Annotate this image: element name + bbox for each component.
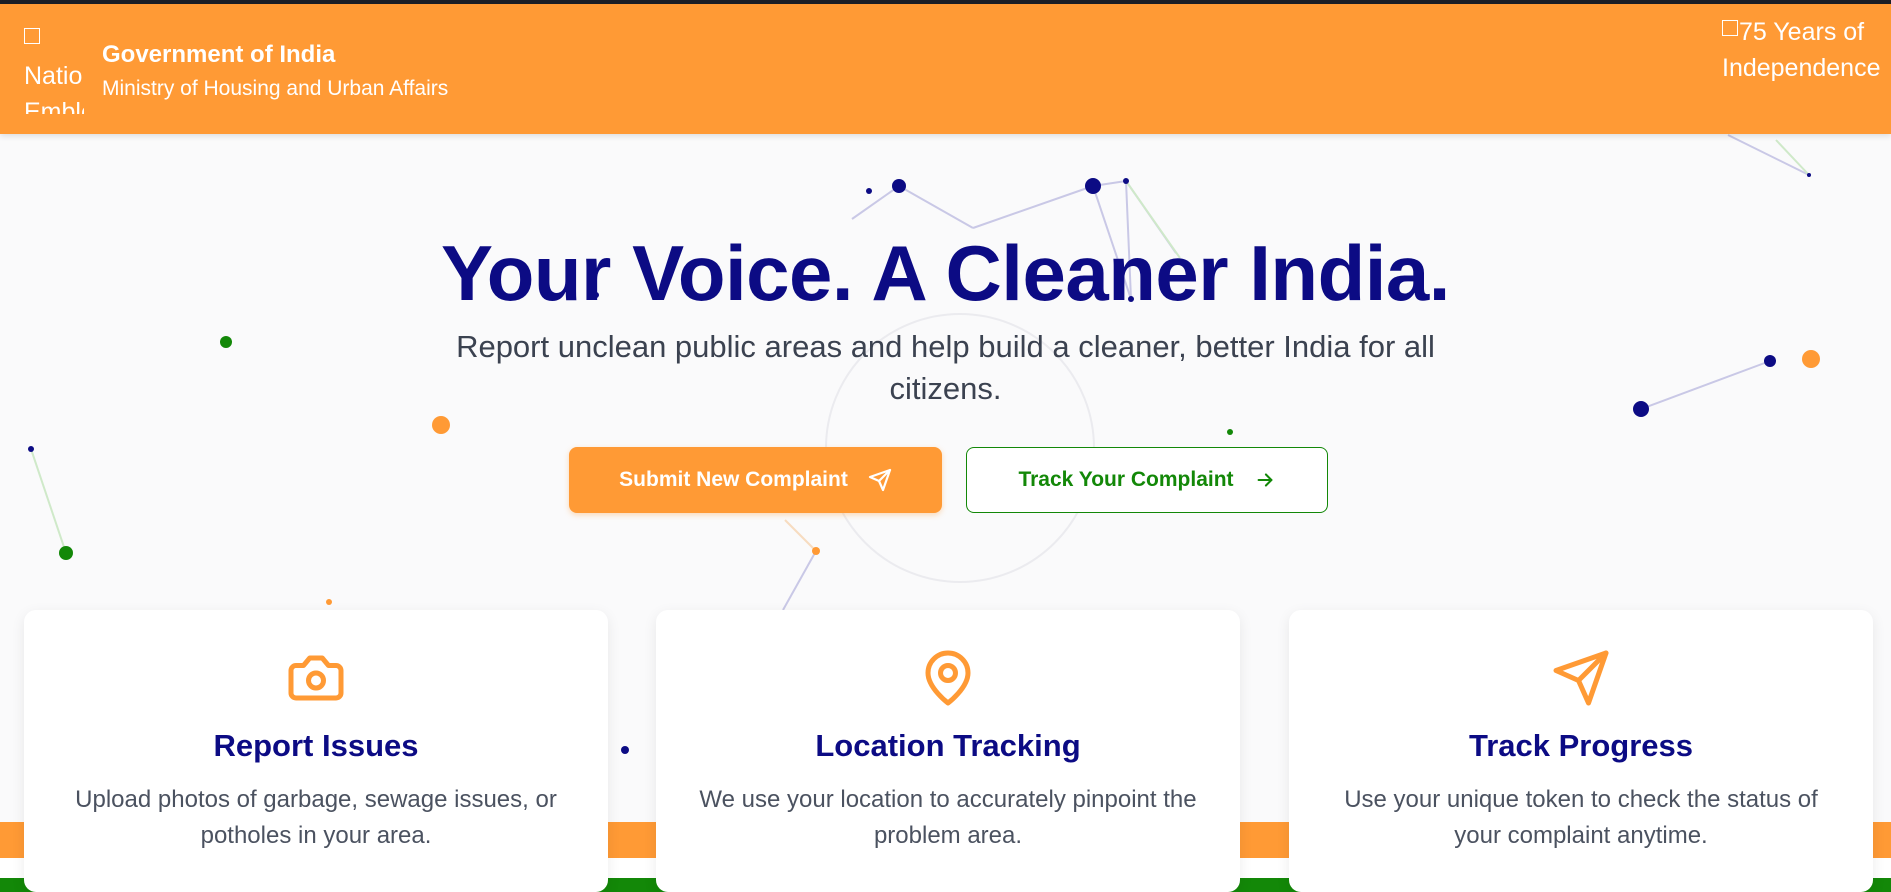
feature-card-location-tracking: Location Tracking We use your location t… — [656, 610, 1240, 892]
feature-title: Report Issues — [213, 728, 419, 763]
feature-description: Use your unique token to check the statu… — [1344, 786, 1818, 849]
government-title: Government of India — [102, 41, 336, 68]
submit-new-complaint-label: Submit New Complaint — [619, 468, 848, 491]
hero-title: Your Voice. A Cleaner India. — [441, 229, 1450, 317]
independence-badge-image: 75 Years of Independence — [1722, 14, 1891, 134]
camera-icon — [288, 655, 344, 701]
map-pin-icon — [925, 650, 971, 706]
feature-title: Track Progress — [1468, 728, 1694, 763]
feature-title: Location Tracking — [815, 728, 1081, 763]
send-icon — [868, 468, 891, 492]
national-emblem-image: National Emblem — [24, 22, 84, 114]
send-icon — [1553, 650, 1609, 706]
track-your-complaint-button[interactable]: Track Your Complaint — [966, 447, 1328, 513]
feature-description: Upload photos of garbage, sewage issues,… — [75, 786, 557, 849]
ministry-subtitle: Ministry of Housing and Urban Affairs — [102, 77, 449, 100]
broken-image-icon — [24, 28, 40, 44]
broken-image-icon — [1722, 20, 1738, 36]
submit-new-complaint-button[interactable]: Submit New Complaint — [569, 447, 942, 513]
independence-badge-alt-text: 75 Years of Independence — [1722, 18, 1881, 82]
track-your-complaint-label: Track Your Complaint — [1018, 468, 1234, 491]
national-emblem-alt-text: National Emblem — [24, 62, 84, 114]
feature-description: We use your location to accurately pinpo… — [699, 786, 1197, 849]
feature-card-report-issues: Report Issues Upload photos of garbage, … — [24, 610, 608, 892]
government-header: National Emblem Government of India Mini… — [0, 4, 1891, 134]
hero-subtitle: Report unclean public areas and help bui… — [456, 329, 1435, 406]
feature-card-track-progress: Track Progress Use your unique token to … — [1289, 610, 1873, 892]
arrow-right-icon — [1257, 473, 1272, 487]
